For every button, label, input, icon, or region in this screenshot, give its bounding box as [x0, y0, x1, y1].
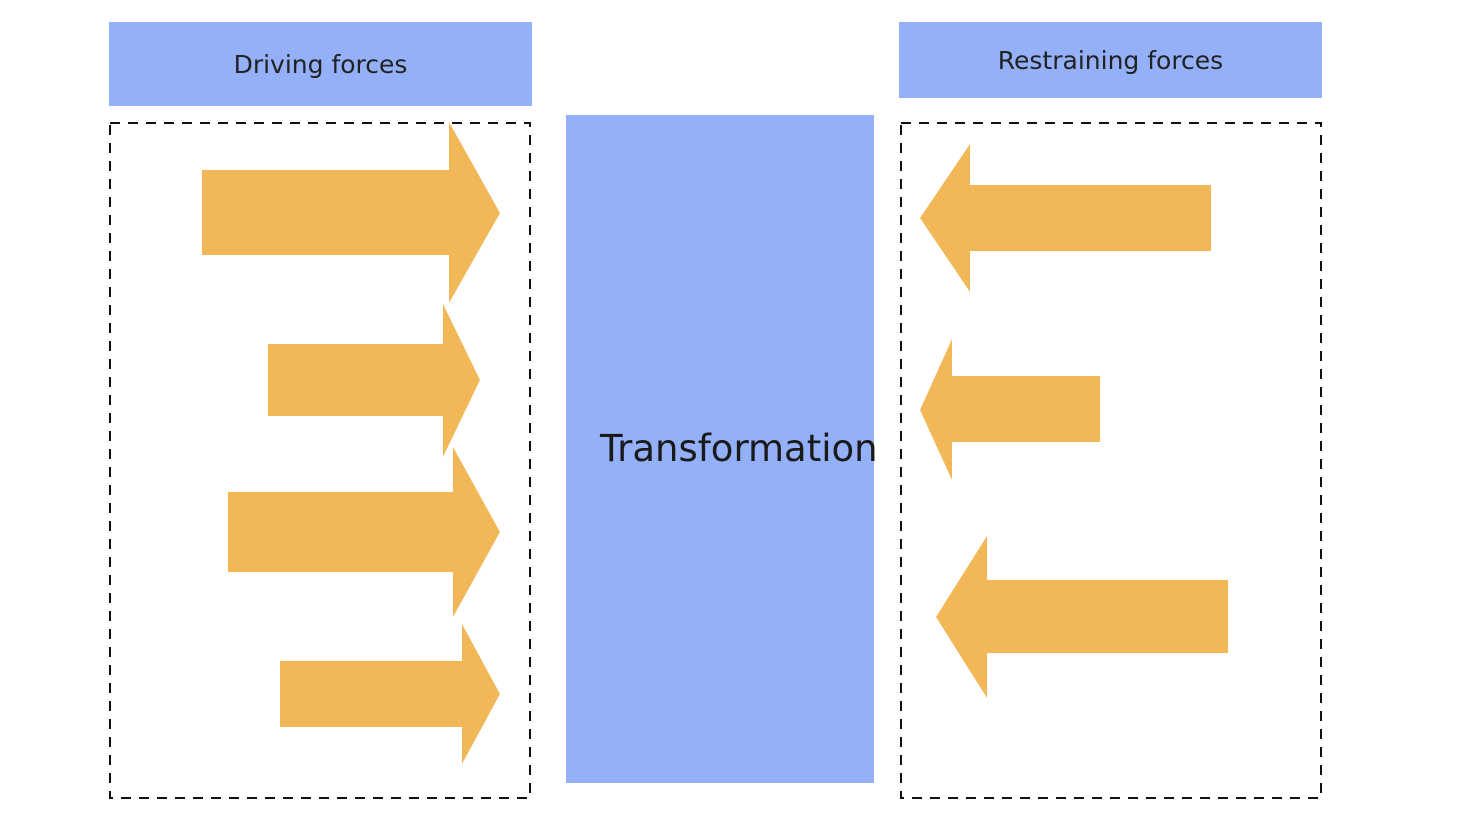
restraining-arrow-1	[920, 144, 1211, 292]
driving-arrow-3	[228, 447, 500, 617]
driving-arrow-4	[280, 624, 500, 764]
force-field-diagram	[109, 122, 1322, 799]
restraining-arrow-3	[936, 536, 1228, 698]
driving-arrow-2	[268, 304, 480, 457]
driving-arrow-1	[202, 122, 500, 303]
restraining-arrow-2	[920, 339, 1100, 480]
